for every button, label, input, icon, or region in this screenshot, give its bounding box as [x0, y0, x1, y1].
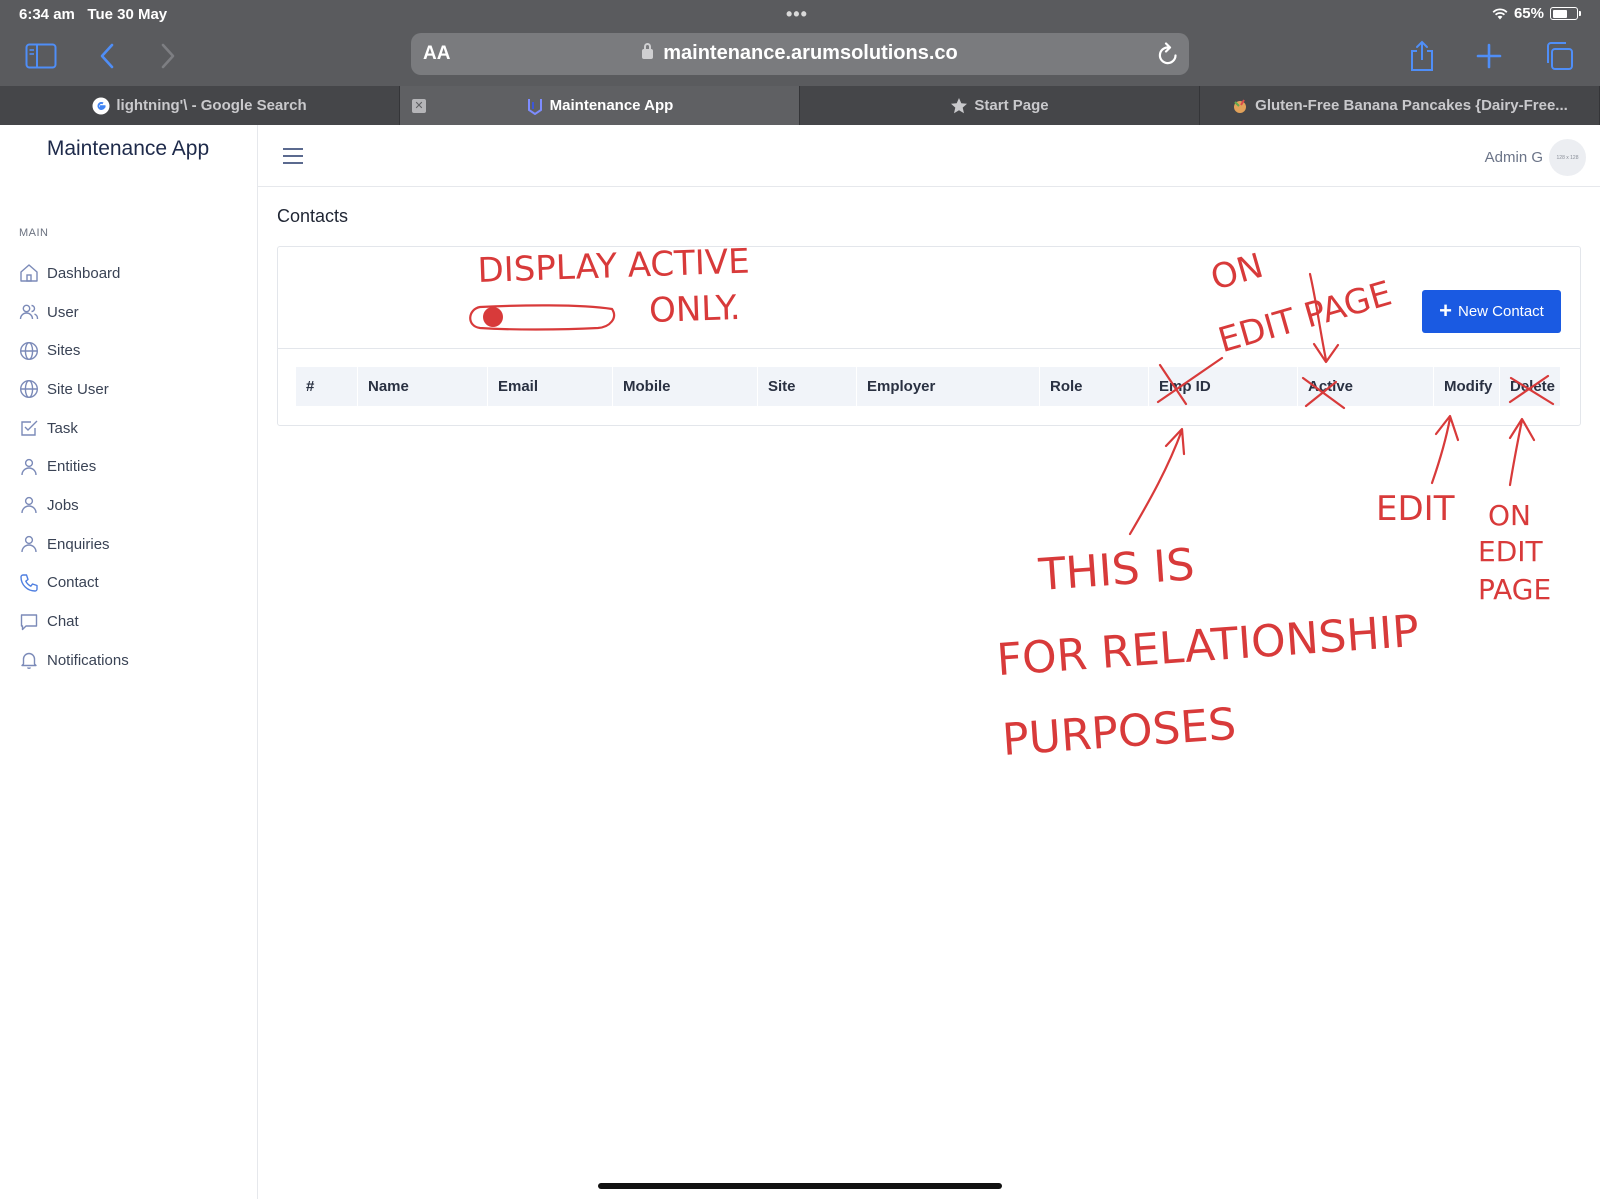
column-header-mobile[interactable]: Mobile [613, 367, 758, 406]
column-header-number[interactable]: # [296, 367, 358, 406]
phone-icon [20, 574, 38, 592]
person-icon [21, 536, 37, 553]
close-tab-icon[interactable]: ✕ [412, 99, 426, 113]
battery-percent: 65% [1513, 5, 1544, 22]
sidebar-item-task[interactable]: Task [19, 409, 129, 448]
note-edit: EDIT [1376, 489, 1455, 529]
app-logo-icon [526, 97, 544, 115]
tabs-overview-icon[interactable] [1541, 38, 1577, 74]
star-icon [950, 97, 968, 115]
home-icon [20, 264, 38, 283]
lock-icon [642, 43, 654, 59]
new-tab-icon[interactable] [1471, 38, 1507, 74]
app-header: Admin G 128 x 128 [258, 125, 1600, 187]
sidebar-item-user[interactable]: User [19, 293, 129, 332]
sidebar-toggle-icon[interactable] [23, 38, 59, 74]
chat-icon [20, 613, 38, 630]
battery-icon [1550, 7, 1581, 20]
column-header-role[interactable]: Role [1040, 367, 1149, 406]
multitask-dots-icon[interactable]: ••• [786, 4, 808, 25]
back-icon[interactable] [89, 38, 125, 74]
column-header-delete[interactable]: Delete [1500, 367, 1561, 406]
status-right: 65% [1492, 5, 1581, 22]
sidebar: Maintenance App MAIN Dashboard User Site… [0, 125, 258, 1199]
sidebar-item-site-user[interactable]: Site User [19, 370, 129, 409]
note-on-edit-page-right: ON EDIT PAGE [1478, 499, 1551, 606]
table-header-row: # Name Email Mobile Site Employer Role E… [296, 367, 1561, 406]
sidebar-item-contact[interactable]: Contact [19, 564, 129, 603]
wifi-icon [1492, 7, 1508, 19]
home-indicator[interactable] [598, 1183, 1002, 1189]
column-header-emp-id[interactable]: Emp ID [1149, 367, 1298, 406]
browser-tab[interactable]: Gluten-Free Banana Pancakes {Dairy-Free.… [1200, 86, 1600, 125]
sidebar-menu: Dashboard User Sites Site User Task Enti… [19, 254, 129, 680]
address-bar[interactable]: AA maintenance.arumsolutions.co [411, 33, 1189, 75]
checkbox-icon [21, 420, 38, 436]
column-header-name[interactable]: Name [358, 367, 488, 406]
users-icon [19, 304, 39, 320]
globe-icon [19, 341, 39, 360]
hamburger-menu-icon[interactable] [282, 147, 304, 170]
arrow-to-delete [1508, 417, 1536, 487]
sidebar-item-sites[interactable]: Sites [19, 331, 129, 370]
new-contact-button[interactable]: + New Contact [1422, 290, 1561, 333]
person-icon [21, 458, 37, 475]
browser-tab[interactable]: lightning'\ - Google Search [0, 86, 400, 125]
browser-toolbar: AA maintenance.arumsolutions.co [0, 28, 1600, 86]
food-icon [1231, 97, 1249, 115]
browser-tabs: lightning'\ - Google Search ✕ Maintenanc… [0, 86, 1600, 125]
avatar[interactable]: 128 x 128 [1549, 139, 1586, 176]
arrow-to-emp-id [1128, 427, 1186, 536]
status-time: 6:34 am Tue 30 May [19, 6, 168, 23]
forward-icon[interactable] [150, 38, 186, 74]
note-relationship-purposes: THIS ISFOR RELATIONSHIPPURPOSES [989, 524, 1426, 766]
column-header-active[interactable]: Active [1298, 367, 1434, 406]
card-header: + New Contact [278, 247, 1580, 349]
google-icon [92, 97, 110, 115]
user-menu[interactable]: Admin G 128 x 128 [1485, 139, 1586, 176]
share-icon[interactable] [1404, 38, 1440, 74]
reload-icon[interactable] [1157, 42, 1179, 71]
bell-icon [21, 653, 37, 670]
sidebar-section-label: MAIN [19, 227, 49, 239]
contacts-card: + New Contact # Name Email Mobile Site E… [277, 246, 1581, 426]
column-header-employer[interactable]: Employer [857, 367, 1040, 406]
sidebar-item-dashboard[interactable]: Dashboard [19, 254, 129, 293]
sidebar-item-jobs[interactable]: Jobs [19, 486, 129, 525]
url-field[interactable]: maintenance.arumsolutions.co [411, 42, 1189, 65]
column-header-modify[interactable]: Modify [1434, 367, 1500, 406]
user-name: Admin G [1484, 149, 1543, 166]
browser-tab-active[interactable]: ✕ Maintenance App [400, 86, 800, 125]
column-header-email[interactable]: Email [488, 367, 613, 406]
sidebar-item-enquiries[interactable]: Enquiries [19, 525, 129, 564]
globe-icon [19, 380, 39, 399]
sidebar-item-chat[interactable]: Chat [19, 602, 129, 641]
sidebar-item-notifications[interactable]: Notifications [19, 641, 129, 680]
column-header-site[interactable]: Site [758, 367, 857, 406]
page-title: Contacts [277, 206, 349, 226]
person-icon [21, 497, 37, 514]
plus-icon: + [1439, 297, 1452, 323]
arrow-to-modify [1430, 414, 1460, 485]
status-bar: 6:34 am Tue 30 May ••• 65% [0, 0, 1600, 28]
brand-title[interactable]: Maintenance App [0, 137, 256, 161]
sidebar-item-entities[interactable]: Entities [19, 447, 129, 486]
browser-tab[interactable]: Start Page [800, 86, 1200, 125]
